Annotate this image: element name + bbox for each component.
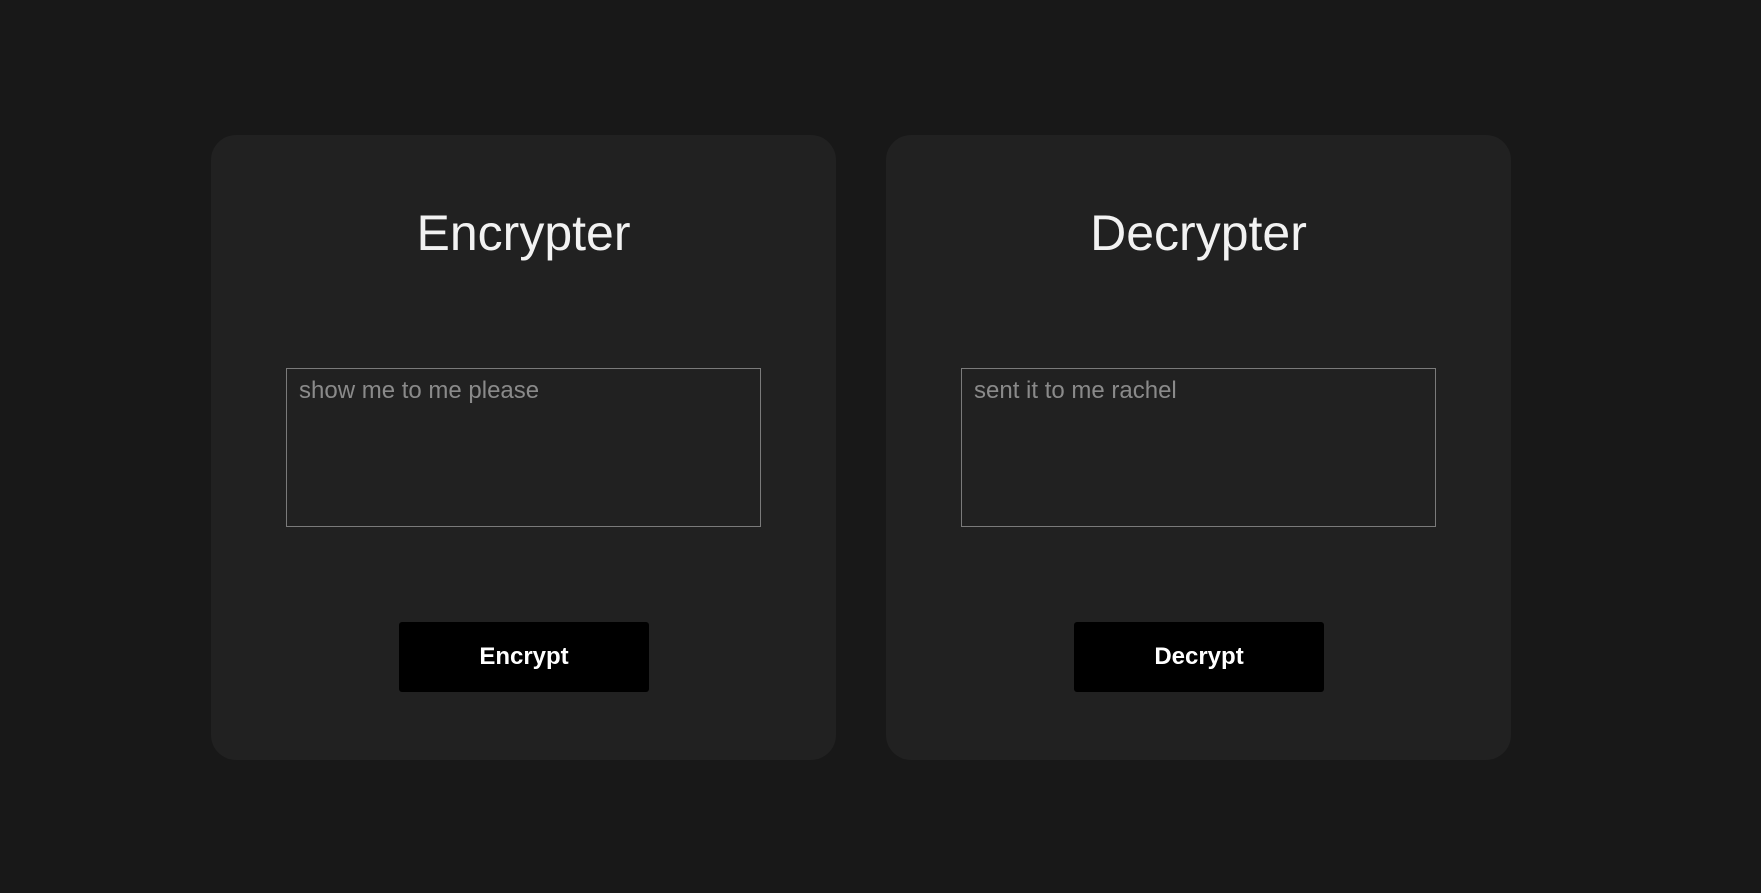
- encrypt-button[interactable]: Encrypt: [399, 622, 649, 692]
- encrypt-input[interactable]: [286, 368, 761, 527]
- encrypter-title: Encrypter: [416, 205, 631, 261]
- decrypt-button[interactable]: Decrypt: [1074, 622, 1324, 692]
- encrypter-card: Encrypter Encrypt: [211, 135, 836, 760]
- decrypt-input[interactable]: [961, 368, 1436, 527]
- decrypter-card: Decrypter Decrypt: [886, 135, 1511, 760]
- decrypter-title: Decrypter: [1090, 205, 1307, 261]
